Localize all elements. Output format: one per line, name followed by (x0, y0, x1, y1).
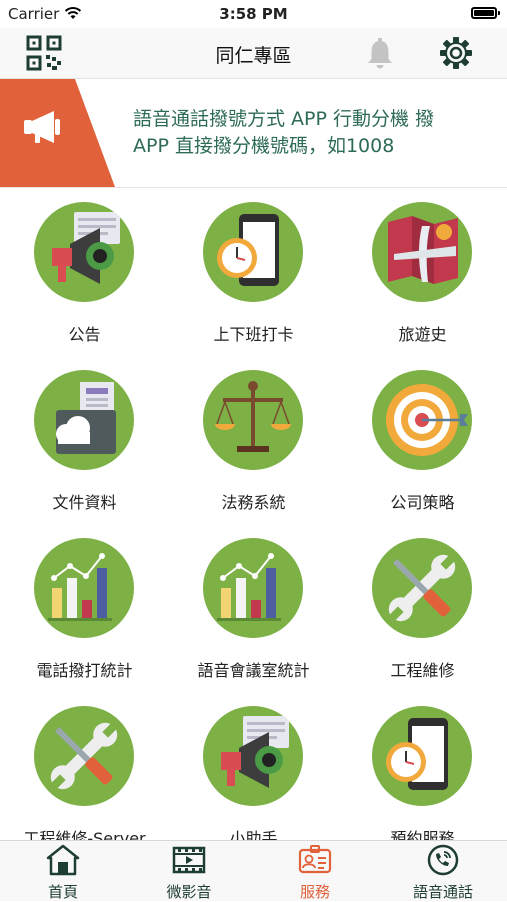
tile-label: 小助手 (229, 829, 278, 840)
megaphone-icon (203, 706, 303, 806)
tile-label: 工程維修-Server (23, 829, 146, 840)
tab-bar: 首頁 微影音 服務 語音通話 (0, 840, 507, 901)
tile-label: 公告 (68, 325, 101, 344)
tile-label: 電話撥打統計 (36, 661, 133, 680)
clock-phone-icon (372, 706, 472, 806)
tile-documents[interactable]: 文件資料 (0, 356, 169, 524)
tile-label: 上下班打卡 (213, 325, 294, 344)
announcement-banner[interactable]: 語音通話撥號方式 APP 行動分機 撥 APP 直接撥分機號碼，如1008 (0, 79, 507, 188)
status-bar: Carrier 3:58 PM (0, 0, 507, 28)
wrench-screwdriver-icon (34, 706, 134, 806)
airplane-map-icon (372, 202, 472, 302)
tile-announcement[interactable]: 公告 (0, 188, 169, 356)
bar-chart-icon (203, 538, 303, 638)
megaphone-icon (34, 202, 134, 302)
tile-clock-in[interactable]: 上下班打卡 (169, 188, 338, 356)
tile-label: 語音會議室統計 (197, 661, 310, 680)
tile-label: 預約服務 (390, 829, 455, 840)
film-icon (172, 846, 206, 874)
page-title: 同仁專區 (215, 45, 292, 67)
tab-service[interactable]: 服務 (252, 841, 378, 901)
tab-label: 微影音 (166, 883, 212, 901)
banner-text-line1: 語音通話撥號方式 APP 行動分機 撥 (133, 108, 435, 130)
tile-maintenance[interactable]: 工程維修 (338, 524, 507, 692)
tile-call-stats[interactable]: 電話撥打統計 (0, 524, 169, 692)
service-grid: 公告 上下班打卡 旅遊史 文件資料 法務系統 公司策略 電話撥打統計 語音會議室… (0, 188, 507, 840)
tile-legal[interactable]: 法務系統 (169, 356, 338, 524)
tile-assistant[interactable]: 小助手 (169, 692, 338, 840)
tile-strategy[interactable]: 公司策略 (338, 356, 507, 524)
tab-label: 語音通話 (412, 883, 473, 901)
clock-phone-icon (203, 202, 303, 302)
tile-label: 公司策略 (390, 493, 455, 512)
tile-maintenance-server[interactable]: 工程維修-Server (0, 692, 169, 840)
tab-video[interactable]: 微影音 (126, 841, 252, 901)
tile-label: 工程維修 (390, 661, 455, 680)
tab-label: 服務 (299, 883, 330, 901)
folder-cloud-icon (34, 370, 134, 470)
battery-icon (471, 7, 500, 19)
id-card-icon (298, 845, 332, 874)
tile-label: 文件資料 (52, 493, 117, 512)
bar-chart-icon (34, 538, 134, 638)
target-icon (372, 370, 472, 470)
tab-label: 首頁 (47, 883, 78, 901)
megaphone-icon (0, 79, 115, 187)
banner-text-line2: APP 直接撥分機號碼，如1008 (133, 135, 395, 157)
bell-icon[interactable] (366, 37, 394, 69)
nav-bar: 同仁專區 (0, 28, 507, 79)
scales-icon (203, 370, 303, 470)
wrench-screwdriver-icon (372, 538, 472, 638)
home-icon (46, 844, 80, 876)
tile-booking[interactable]: 預約服務 (338, 692, 507, 840)
tab-voice-call[interactable]: 語音通話 (380, 841, 506, 901)
tile-label: 旅遊史 (398, 325, 447, 344)
tile-meeting-stats[interactable]: 語音會議室統計 (169, 524, 338, 692)
banner-text: 語音通話撥號方式 APP 行動分機 撥 APP 直接撥分機號碼，如1008 (133, 106, 483, 160)
tab-home[interactable]: 首頁 (0, 841, 126, 901)
tile-travel-history[interactable]: 旅遊史 (338, 188, 507, 356)
tile-label: 法務系統 (221, 493, 286, 512)
phone-call-icon (427, 844, 459, 876)
gear-icon[interactable] (439, 36, 473, 70)
status-time: 3:58 PM (219, 5, 288, 23)
